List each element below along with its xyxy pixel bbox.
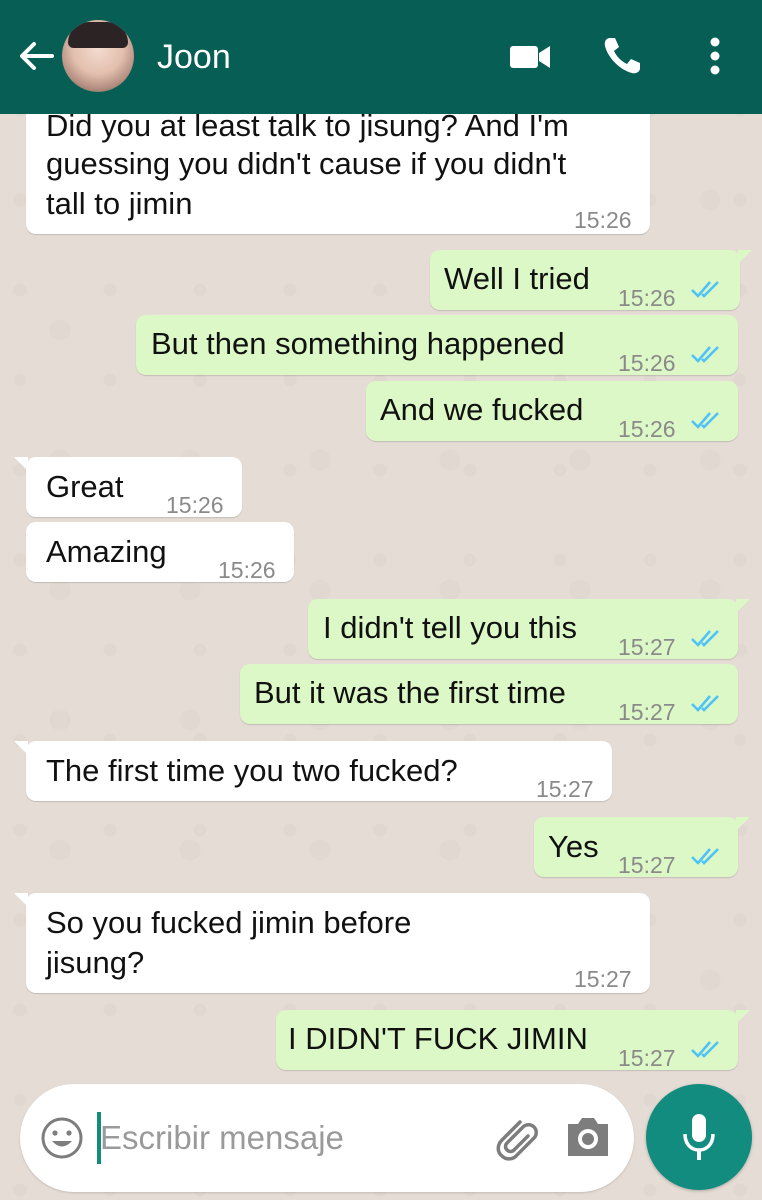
message-time: 15:26	[166, 492, 224, 518]
message-text-line: So you fucked jimin before	[46, 905, 412, 940]
message-text: Amazing	[46, 534, 167, 569]
message-incoming[interactable]: Great 15:26	[14, 457, 242, 518]
message-composer	[20, 1084, 634, 1192]
message-outgoing[interactable]: Yes 15:27	[534, 817, 750, 878]
double-check-icon	[691, 412, 719, 429]
phone-call-icon[interactable]	[600, 34, 644, 78]
bubble-tail	[14, 457, 28, 471]
message-text: Great	[46, 469, 124, 504]
chat-header: Joon	[0, 0, 762, 114]
message-time: 15:27	[618, 1045, 676, 1071]
message-text: Yes	[548, 829, 599, 864]
message-list[interactable]: Did you at least talk to jisung? And I'm…	[0, 0, 762, 1080]
message-incoming[interactable]: The first time you two fucked? 15:27	[14, 741, 612, 802]
more-vertical-icon[interactable]	[700, 36, 730, 76]
message-time: 15:26	[218, 557, 276, 583]
message-outgoing[interactable]: And we fucked 15:26	[366, 381, 738, 442]
message-time: 15:27	[536, 776, 594, 802]
message-incoming[interactable]: Amazing 15:26	[26, 522, 294, 583]
bubble-tail	[736, 817, 750, 831]
avatar[interactable]	[62, 20, 134, 92]
message-text-line: jisung?	[46, 945, 145, 980]
message-time: 15:26	[618, 285, 676, 311]
message-outgoing[interactable]: Well I tried 15:26	[430, 250, 752, 311]
message-incoming[interactable]: So you fucked jimin before jisung? 15:27	[14, 893, 650, 993]
message-outgoing[interactable]: But then something happened 15:26	[136, 315, 738, 376]
message-time: 15:27	[618, 699, 676, 725]
message-text-line: guessing you didn't cause if you didn't	[46, 146, 567, 181]
avatar-hair	[68, 22, 128, 48]
message-text: I DIDN'T FUCK JIMIN	[288, 1021, 588, 1056]
contact-name[interactable]: Joon	[157, 38, 231, 77]
message-time: 15:27	[574, 966, 632, 992]
double-check-icon	[691, 848, 719, 865]
message-outgoing[interactable]: I DIDN'T FUCK JIMIN 15:27	[276, 1010, 750, 1071]
bubble-tail	[14, 893, 28, 907]
video-call-icon[interactable]	[508, 38, 552, 74]
message-incoming[interactable]: Did you at least talk to jisung? And I'm…	[26, 96, 650, 234]
message-text: Well I tried	[444, 261, 590, 296]
bubble-tail	[736, 1010, 750, 1024]
message-input[interactable]	[100, 1112, 480, 1164]
message-time: 15:26	[618, 350, 676, 376]
double-check-icon	[691, 1041, 719, 1058]
message-text: The first time you two fucked?	[46, 753, 458, 788]
emoji-icon[interactable]	[40, 1116, 84, 1160]
message-time: 15:27	[618, 634, 676, 660]
message-text: And we fucked	[380, 392, 584, 427]
bubble-tail	[14, 741, 28, 755]
double-check-icon	[691, 346, 719, 363]
camera-icon[interactable]	[564, 1114, 612, 1160]
message-text: I didn't tell you this	[323, 610, 578, 645]
bubble-tail	[736, 599, 750, 613]
message-text: But it was the first time	[254, 675, 566, 710]
double-check-icon	[691, 281, 719, 298]
message-text: But then something happened	[151, 326, 565, 361]
microphone-icon	[683, 1114, 715, 1160]
message-outgoing[interactable]: I didn't tell you this 15:27	[308, 599, 750, 660]
message-time: 15:26	[618, 416, 676, 442]
bubble-tail	[738, 250, 752, 264]
double-check-icon	[691, 695, 719, 712]
paperclip-icon[interactable]	[490, 1112, 542, 1164]
voice-message-button[interactable]	[646, 1084, 752, 1190]
message-time: 15:26	[574, 207, 632, 233]
message-time: 15:27	[618, 852, 676, 878]
message-outgoing[interactable]: But it was the first time 15:27	[240, 664, 738, 725]
double-check-icon	[691, 630, 719, 647]
message-text-line: tall to jimin	[46, 186, 193, 221]
arrow-left-icon[interactable]	[16, 36, 56, 76]
